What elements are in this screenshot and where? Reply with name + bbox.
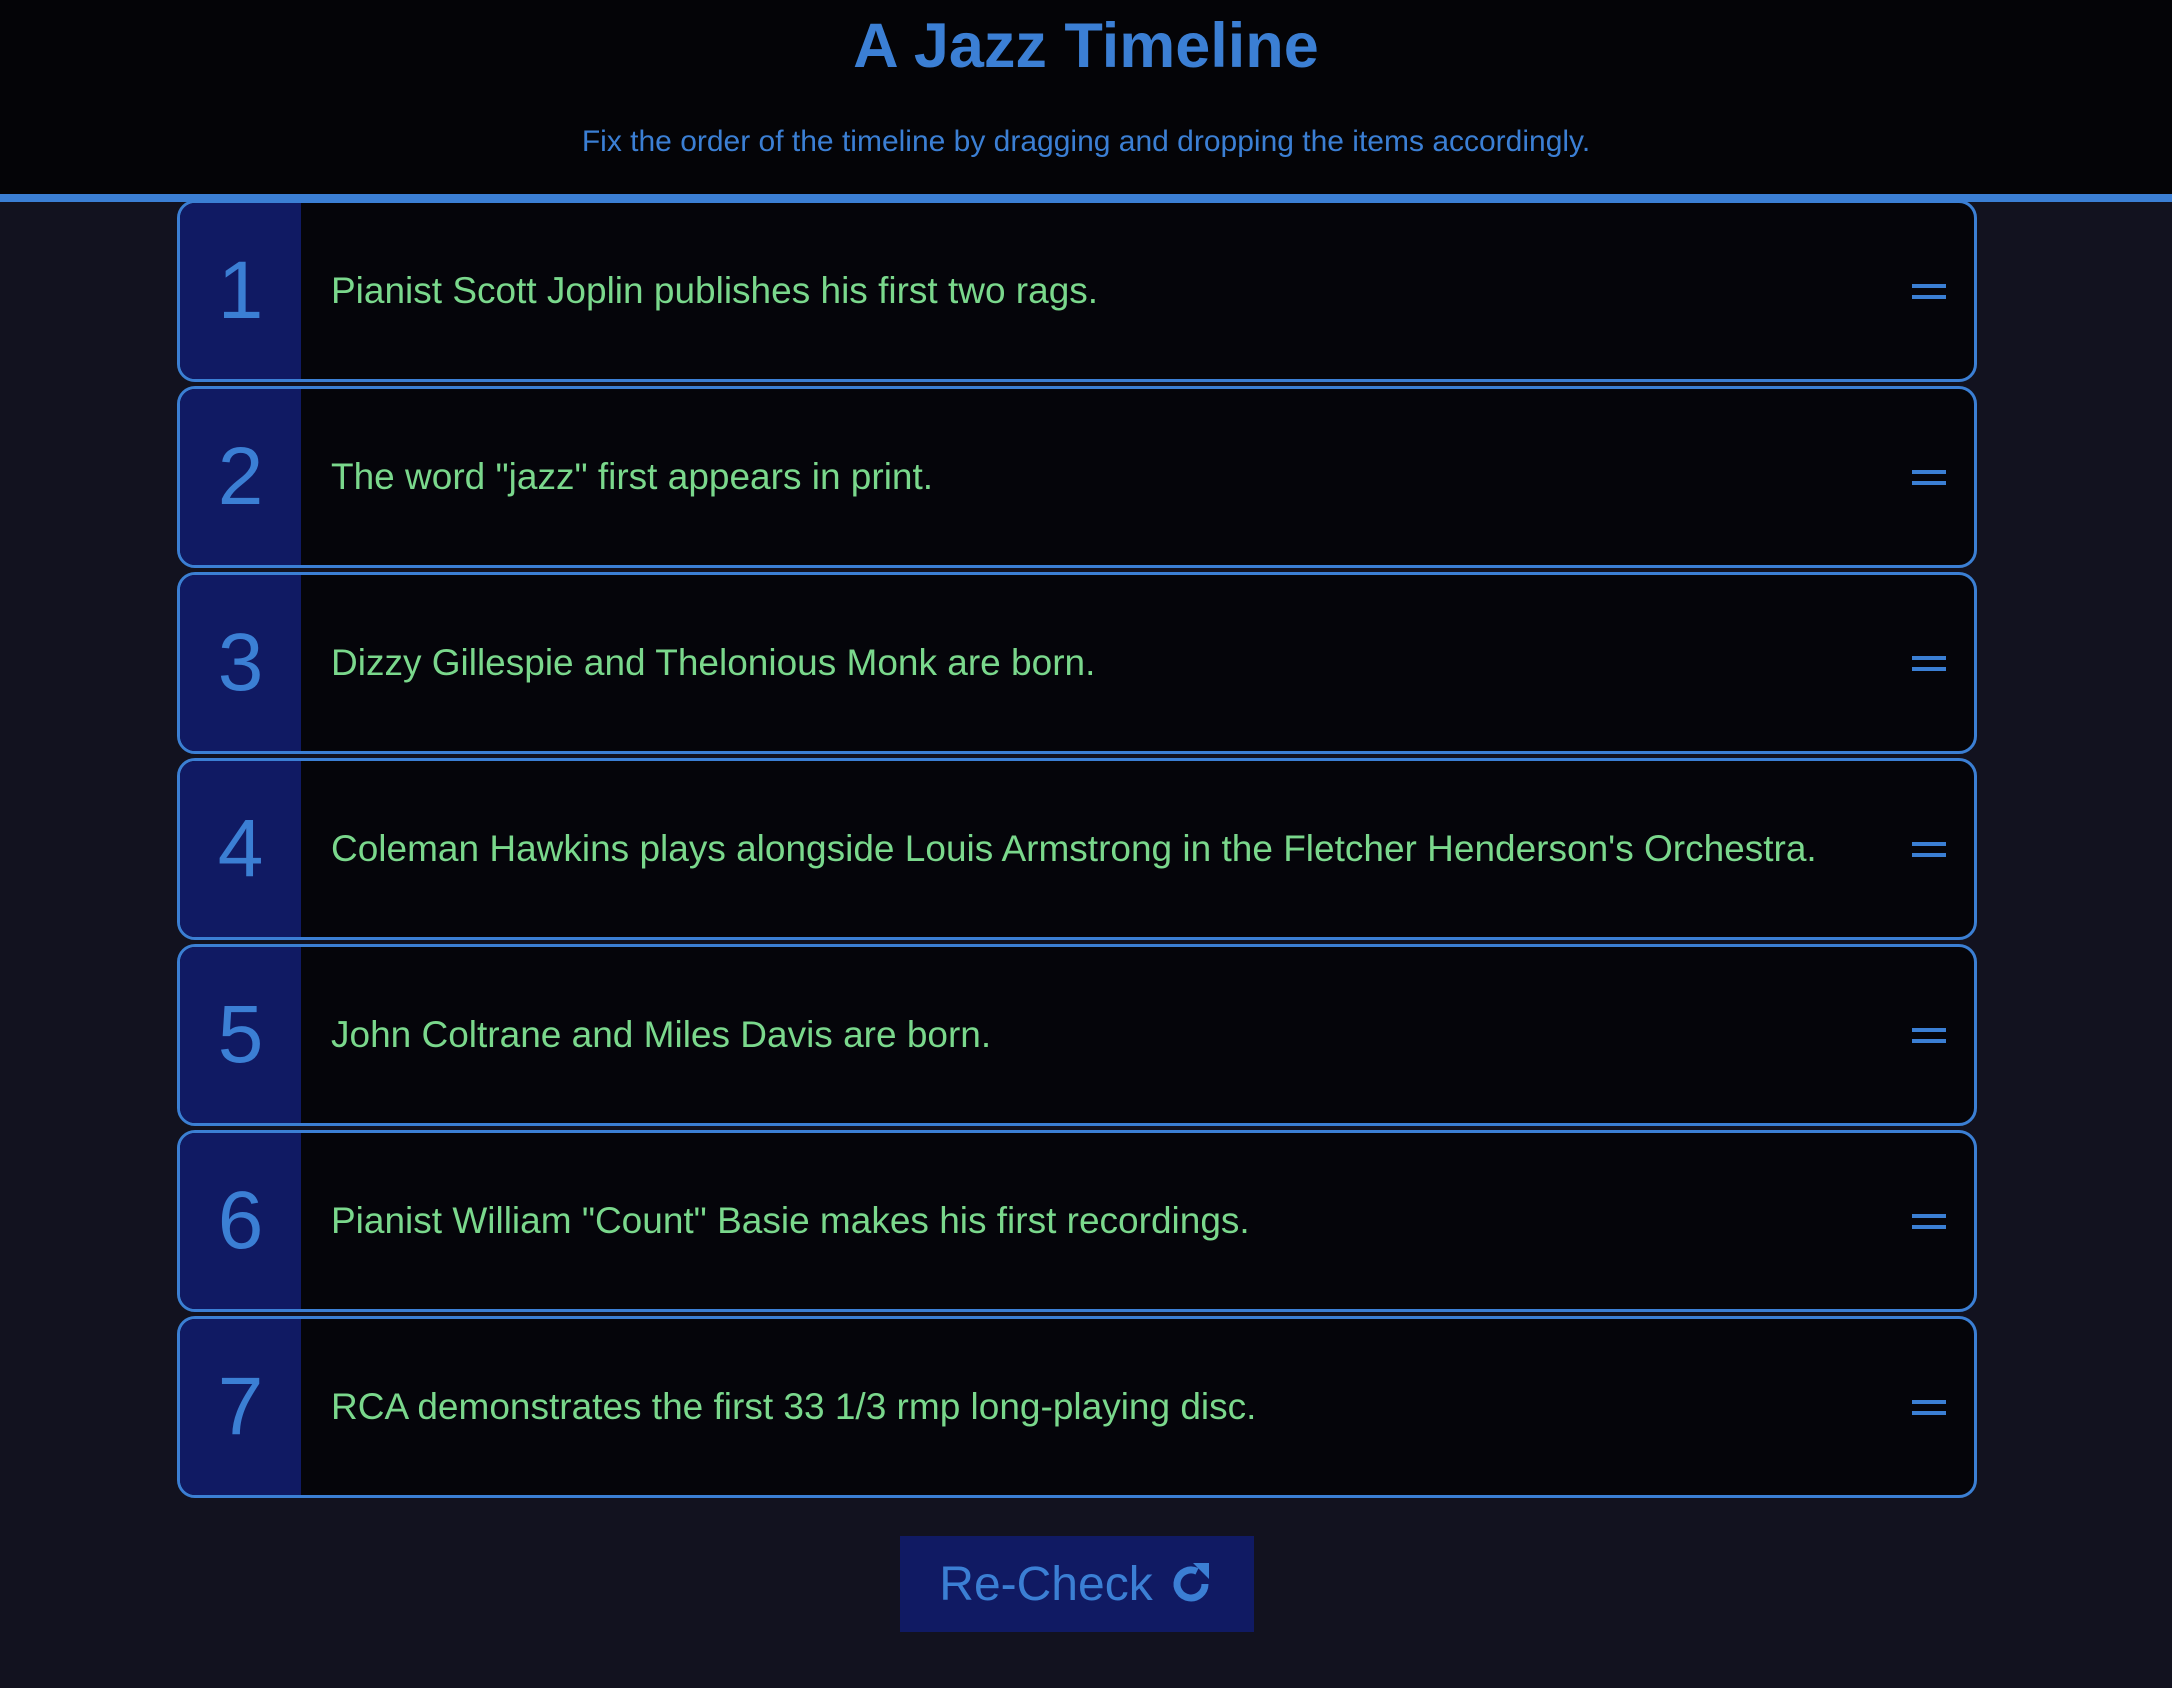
timeline-list: 1 Pianist Scott Joplin publishes his fir… (177, 200, 1977, 1502)
drag-handle-icon[interactable] (1912, 841, 1946, 857)
drag-handle-icon[interactable] (1912, 1399, 1946, 1415)
item-number: 6 (180, 1133, 301, 1309)
recheck-button[interactable]: Re-Check (900, 1536, 1254, 1632)
drag-handle-icon[interactable] (1912, 469, 1946, 485)
recheck-button-label: Re-Check (939, 1557, 1153, 1611)
refresh-icon (1173, 1563, 1209, 1602)
item-number: 3 (180, 575, 301, 751)
item-number: 2 (180, 389, 301, 565)
timeline-item[interactable]: 7 RCA demonstrates the first 33 1/3 rmp … (177, 1316, 1977, 1498)
item-text: The word "jazz" first appears in print. (331, 456, 934, 497)
item-text: Pianist Scott Joplin publishes his first… (331, 270, 1099, 311)
page-title: A Jazz Timeline (853, 11, 1319, 81)
item-text: John Coltrane and Miles Davis are born. (331, 1014, 992, 1055)
drag-handle-icon[interactable] (1912, 655, 1946, 671)
drag-handle-icon[interactable] (1912, 283, 1946, 299)
item-number: 4 (180, 761, 301, 937)
timeline-item[interactable]: 4 Coleman Hawkins plays alongside Louis … (177, 758, 1977, 940)
item-text: RCA demonstrates the first 33 1/3 rmp lo… (331, 1386, 1257, 1427)
page-header: A Jazz Timeline Fix the order of the tim… (0, 0, 2172, 202)
timeline-item[interactable]: 6 Pianist William "Count" Basie makes hi… (177, 1130, 1977, 1312)
timeline-item[interactable]: 1 Pianist Scott Joplin publishes his fir… (177, 200, 1977, 382)
item-number: 1 (180, 203, 301, 379)
item-text: Pianist William "Count" Basie makes his … (331, 1200, 1250, 1241)
item-number: 5 (180, 947, 301, 1123)
item-number: 7 (180, 1319, 301, 1495)
drag-handle-icon[interactable] (1912, 1213, 1946, 1229)
page-instructions: Fix the order of the timeline by draggin… (581, 125, 1591, 158)
drag-handle-icon[interactable] (1912, 1027, 1946, 1043)
item-text: Coleman Hawkins plays alongside Louis Ar… (331, 828, 1817, 869)
timeline-item[interactable]: 2 The word "jazz" first appears in print… (177, 386, 1977, 568)
timeline-item[interactable]: 5 John Coltrane and Miles Davis are born… (177, 944, 1977, 1126)
item-text: Dizzy Gillespie and Thelonious Monk are … (331, 642, 1096, 683)
timeline-item[interactable]: 3 Dizzy Gillespie and Thelonious Monk ar… (177, 572, 1977, 754)
